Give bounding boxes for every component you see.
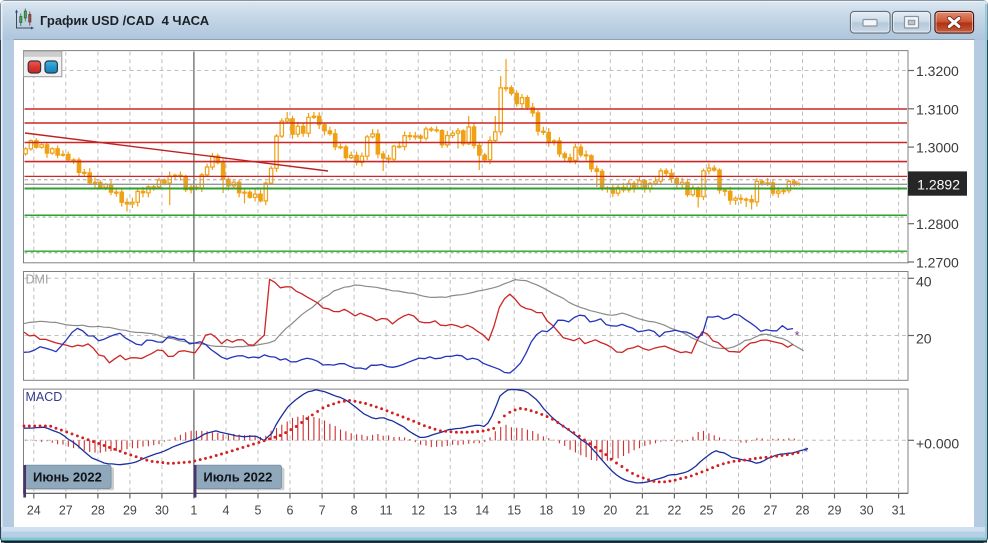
svg-text:+0.000: +0.000 bbox=[916, 435, 959, 451]
svg-text:*: * bbox=[804, 445, 809, 459]
svg-text:*: * bbox=[794, 328, 799, 343]
svg-text:29: 29 bbox=[123, 504, 137, 518]
svg-text:12: 12 bbox=[411, 504, 425, 518]
svg-text:27: 27 bbox=[764, 504, 778, 518]
svg-text:1.3200: 1.3200 bbox=[916, 63, 959, 79]
svg-text:*: * bbox=[795, 178, 801, 194]
svg-text:8: 8 bbox=[351, 504, 358, 518]
svg-text:Июнь 2022: Июнь 2022 bbox=[33, 469, 102, 484]
svg-text:7: 7 bbox=[319, 504, 326, 518]
svg-text:14: 14 bbox=[475, 504, 489, 518]
svg-text:22: 22 bbox=[667, 504, 681, 518]
svg-text:15: 15 bbox=[507, 504, 521, 518]
svg-text:MACD: MACD bbox=[26, 390, 63, 404]
svg-text:29: 29 bbox=[828, 504, 842, 518]
svg-text:27: 27 bbox=[59, 504, 73, 518]
svg-text:24: 24 bbox=[27, 504, 41, 518]
svg-text:20: 20 bbox=[603, 504, 617, 518]
svg-text:6: 6 bbox=[287, 504, 294, 518]
svg-text:28: 28 bbox=[91, 504, 105, 518]
svg-text:28: 28 bbox=[796, 504, 810, 518]
svg-text:5: 5 bbox=[255, 504, 262, 518]
svg-text:Июль 2022: Июль 2022 bbox=[203, 469, 272, 484]
svg-text:DMI: DMI bbox=[26, 273, 49, 287]
svg-text:11: 11 bbox=[380, 504, 393, 518]
svg-text:1.2700: 1.2700 bbox=[916, 255, 959, 271]
svg-text:4: 4 bbox=[223, 504, 230, 518]
svg-text:1.2892: 1.2892 bbox=[917, 177, 960, 193]
svg-text:1: 1 bbox=[190, 504, 197, 518]
svg-text:26: 26 bbox=[732, 504, 746, 518]
svg-text:31: 31 bbox=[892, 504, 906, 518]
svg-text:1.2800: 1.2800 bbox=[916, 216, 959, 232]
svg-text:30: 30 bbox=[155, 504, 169, 518]
svg-text:20: 20 bbox=[916, 331, 932, 347]
svg-text:13: 13 bbox=[443, 504, 457, 518]
svg-text:График USD /CAD 4 ЧАСА: График USD /CAD 4 ЧАСА bbox=[40, 13, 210, 28]
svg-text:40: 40 bbox=[916, 273, 932, 289]
svg-text:1.3000: 1.3000 bbox=[916, 140, 959, 156]
svg-text:1.3100: 1.3100 bbox=[916, 101, 959, 117]
svg-text:25: 25 bbox=[699, 504, 713, 518]
svg-text:30: 30 bbox=[860, 504, 874, 518]
svg-text:18: 18 bbox=[539, 504, 553, 518]
svg-text:21: 21 bbox=[635, 504, 649, 518]
svg-text:19: 19 bbox=[571, 504, 585, 518]
